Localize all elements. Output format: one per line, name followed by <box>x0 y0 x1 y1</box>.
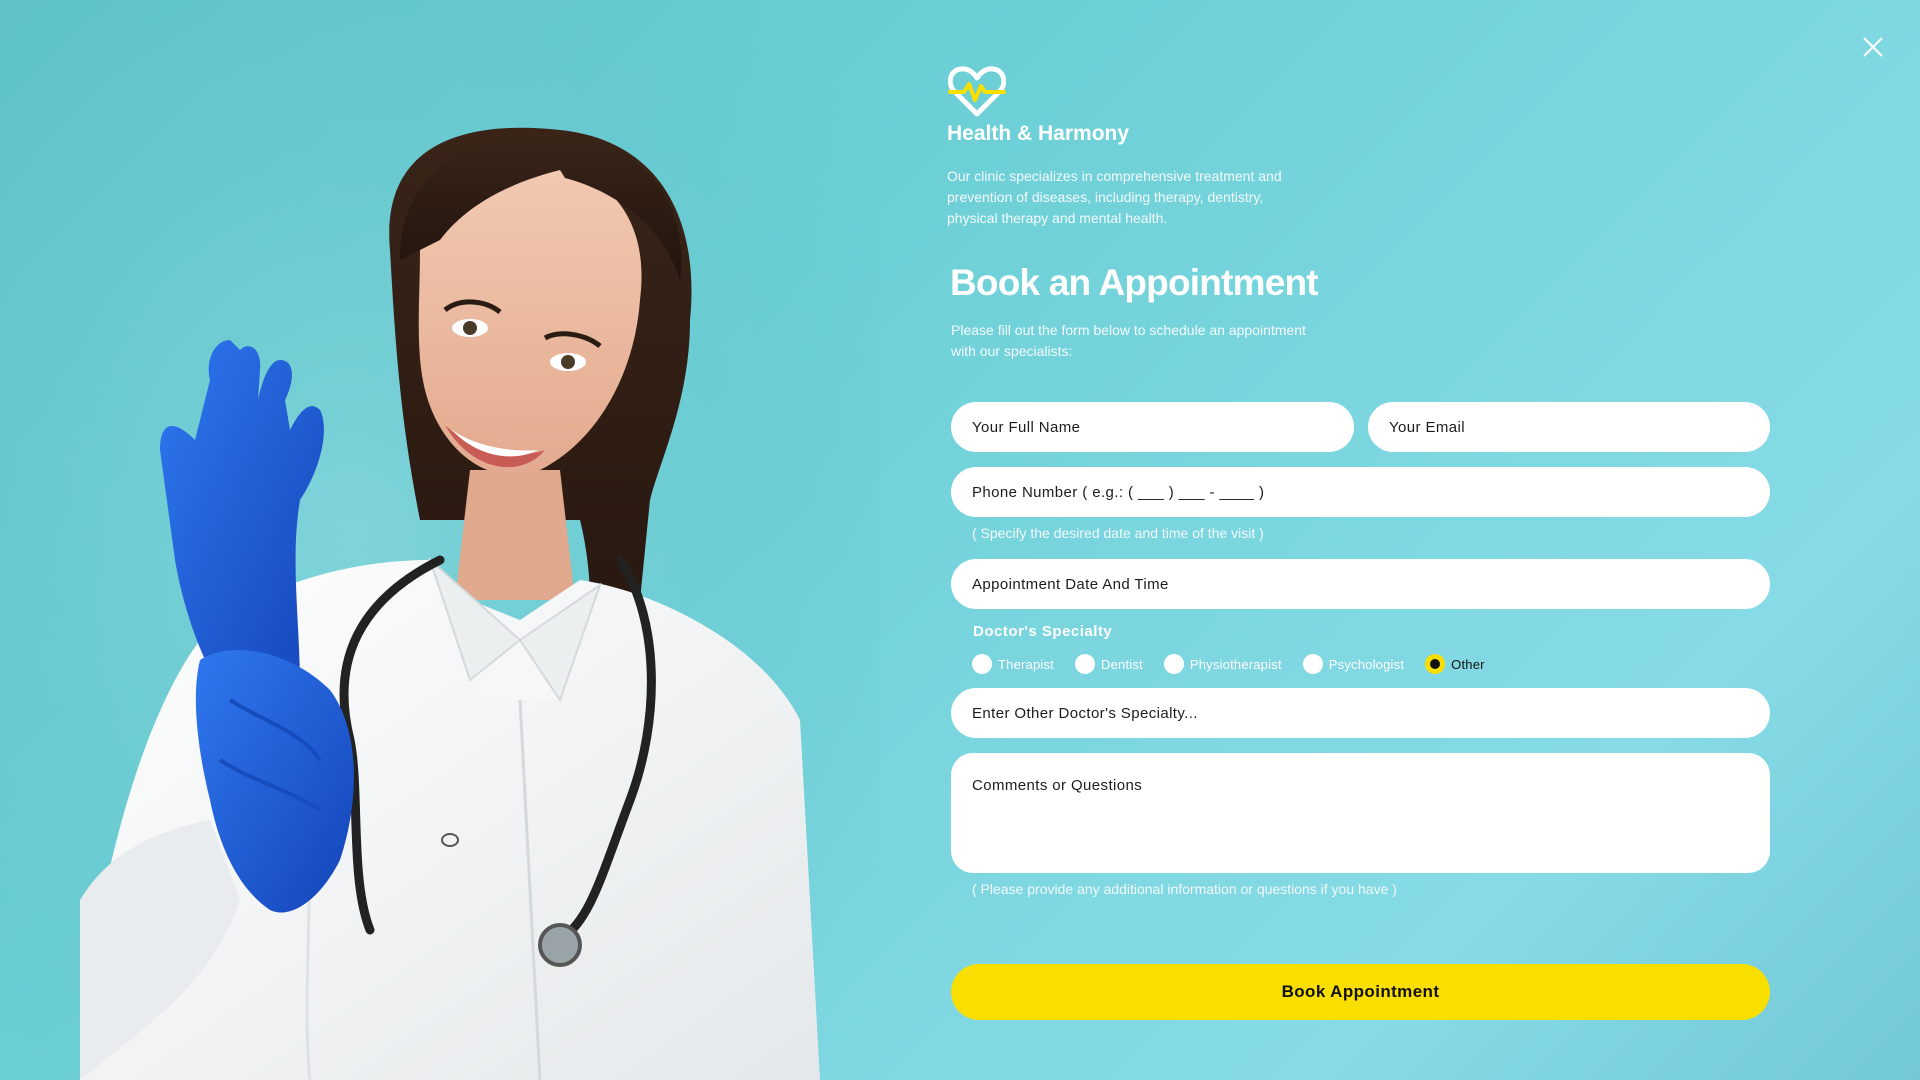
other-specialty-input[interactable] <box>951 688 1770 738</box>
comments-hint: ( Please provide any additional informat… <box>972 881 1397 897</box>
radio-label: Other <box>1451 656 1485 672</box>
radio-circle[interactable] <box>972 654 992 674</box>
radio-label: Physiotherapist <box>1189 656 1282 672</box>
radio-other[interactable]: Other <box>1425 654 1485 674</box>
radio-label: Dentist <box>1101 656 1143 672</box>
page-title: Book an Appointment <box>950 262 1319 303</box>
form-subtitle: Please fill out the form below to schedu… <box>951 322 1306 359</box>
doctor-photo <box>0 0 880 1080</box>
comments-textarea[interactable] <box>951 753 1770 873</box>
heart-pulse-icon <box>947 64 1007 118</box>
brand-description: Our clinic specializes in comprehensive … <box>947 168 1282 226</box>
specialty-radio-group: Therapist Dentist Physiotherapist Psycho… <box>972 653 1506 675</box>
radio-circle[interactable] <box>1075 654 1095 674</box>
radio-dentist[interactable]: Dentist <box>1075 654 1143 674</box>
radio-label: Psychologist <box>1328 656 1405 672</box>
radio-circle-selected[interactable] <box>1425 654 1446 674</box>
email-input[interactable] <box>1368 402 1770 452</box>
radio-circle[interactable] <box>1163 654 1184 674</box>
radio-label: Therapist <box>998 656 1054 672</box>
brand-name: Health & Harmony <box>947 122 1130 145</box>
radio-psychologist[interactable]: Psychologist <box>1302 654 1405 674</box>
radio-therapist[interactable]: Therapist <box>972 654 1054 674</box>
radio-circle[interactable] <box>1302 654 1323 674</box>
date-hint: ( Specify the desired date and time of t… <box>972 525 1264 541</box>
radio-physiotherapist[interactable]: Physiotherapist <box>1163 654 1282 674</box>
book-appointment-button[interactable]: Book Appointment <box>951 964 1770 1020</box>
close-icon[interactable] <box>1860 34 1886 60</box>
appointment-date-input[interactable] <box>951 559 1770 609</box>
full-name-input[interactable] <box>951 402 1354 452</box>
specialty-label: Doctor's Specialty <box>973 623 1113 640</box>
phone-input[interactable] <box>951 467 1770 517</box>
